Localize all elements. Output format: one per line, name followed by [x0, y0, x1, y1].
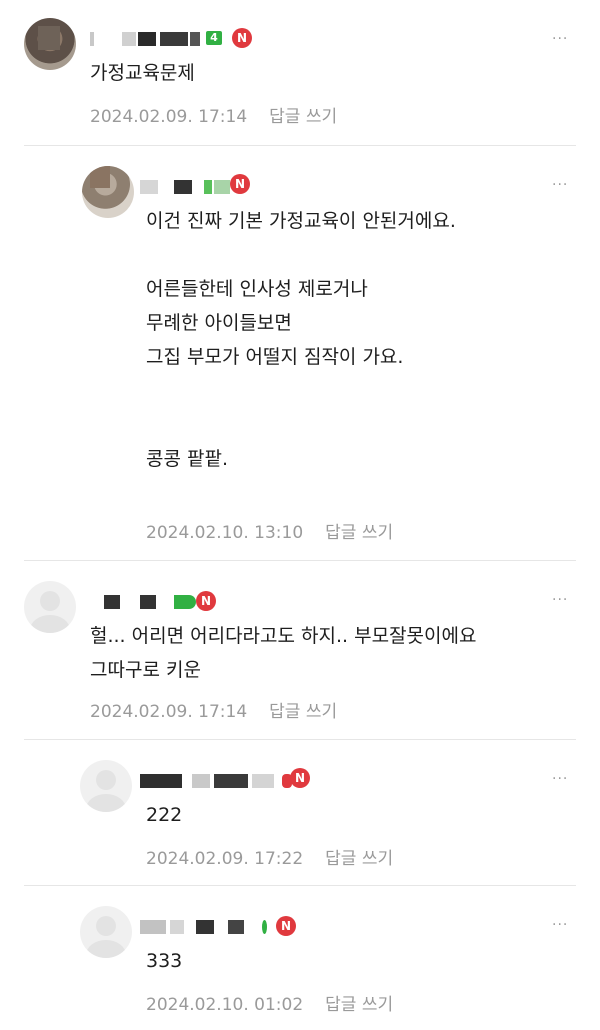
reply-button[interactable]: 답글 쓰기 [325, 523, 393, 543]
reply-button[interactable]: 답글 쓰기 [269, 107, 337, 127]
comment-4-reply: N ... 222 2024.02.09. 17:22 답글 쓰기 [0, 740, 600, 885]
comment-date: 2024.02.09. 17:14 [90, 702, 248, 722]
new-badge: N [276, 916, 296, 936]
comment-meta: 2024.02.10. 13:10 답글 쓰기 [146, 518, 393, 543]
comment-meta: 2024.02.09. 17:22 답글 쓰기 [146, 844, 393, 869]
default-avatar-icon[interactable] [80, 760, 132, 812]
comment-3: N ... 헐... 어리면 어리다라고도 하지.. 부모잘못이에요 그따구로 … [0, 561, 600, 739]
more-options-icon[interactable]: ... [552, 914, 578, 928]
comment-text: 헐... 어리면 어리다라고도 하지.. 부모잘못이에요 그따구로 키운 [90, 625, 477, 681]
comment-date: 2024.02.10. 01:02 [146, 995, 304, 1015]
new-badge: N [230, 174, 250, 194]
comment-text: 가정교육문제 [90, 62, 195, 84]
avatar[interactable] [24, 18, 76, 70]
comment-2-reply: N ... 이건 진짜 기본 가정교육이 안된거에요. 어른들한테 인사성 제로… [0, 146, 600, 560]
comment-meta: 2024.02.09. 17:14 답글 쓰기 [90, 697, 337, 722]
nickname-blurred[interactable] [140, 916, 280, 936]
avatar[interactable] [82, 166, 134, 218]
new-badge: N [290, 768, 310, 788]
reply-button[interactable]: 답글 쓰기 [325, 849, 393, 869]
more-options-icon[interactable]: ... [552, 589, 578, 603]
comment-date: 2024.02.10. 13:10 [146, 523, 304, 543]
comment-5-reply: N ... 333 2024.02.10. 01:02 답글 쓰기 [0, 886, 600, 1030]
more-options-icon[interactable]: ... [552, 768, 578, 782]
comment-meta: 2024.02.10. 01:02 답글 쓰기 [146, 990, 393, 1015]
comment-text: 이건 진짜 기본 가정교육이 안된거에요. 어른들한테 인사성 제로거나 무례한… [146, 210, 456, 470]
default-avatar-icon[interactable] [24, 581, 76, 633]
comment-text: 222 [146, 804, 183, 826]
comment-1: 4 N ... 가정교육문제 2024.02.09. 17:14 답글 쓰기 [0, 0, 600, 145]
comment-text: 333 [146, 950, 183, 972]
nickname-blurred[interactable] [88, 28, 208, 48]
reply-button[interactable]: 답글 쓰기 [325, 995, 393, 1015]
nickname-blurred[interactable] [104, 591, 204, 611]
more-options-icon[interactable]: ... [552, 174, 578, 188]
comment-date: 2024.02.09. 17:14 [90, 107, 248, 127]
new-badge: N [196, 591, 216, 611]
more-options-icon[interactable]: ... [552, 28, 578, 42]
nickname-blurred[interactable] [140, 770, 292, 790]
new-badge: N [232, 28, 252, 48]
reply-button[interactable]: 답글 쓰기 [269, 702, 337, 722]
comment-meta: 2024.02.09. 17:14 답글 쓰기 [90, 102, 337, 127]
default-avatar-icon[interactable] [80, 906, 132, 958]
comment-date: 2024.02.09. 17:22 [146, 849, 304, 869]
level-badge: 4 [206, 31, 222, 45]
